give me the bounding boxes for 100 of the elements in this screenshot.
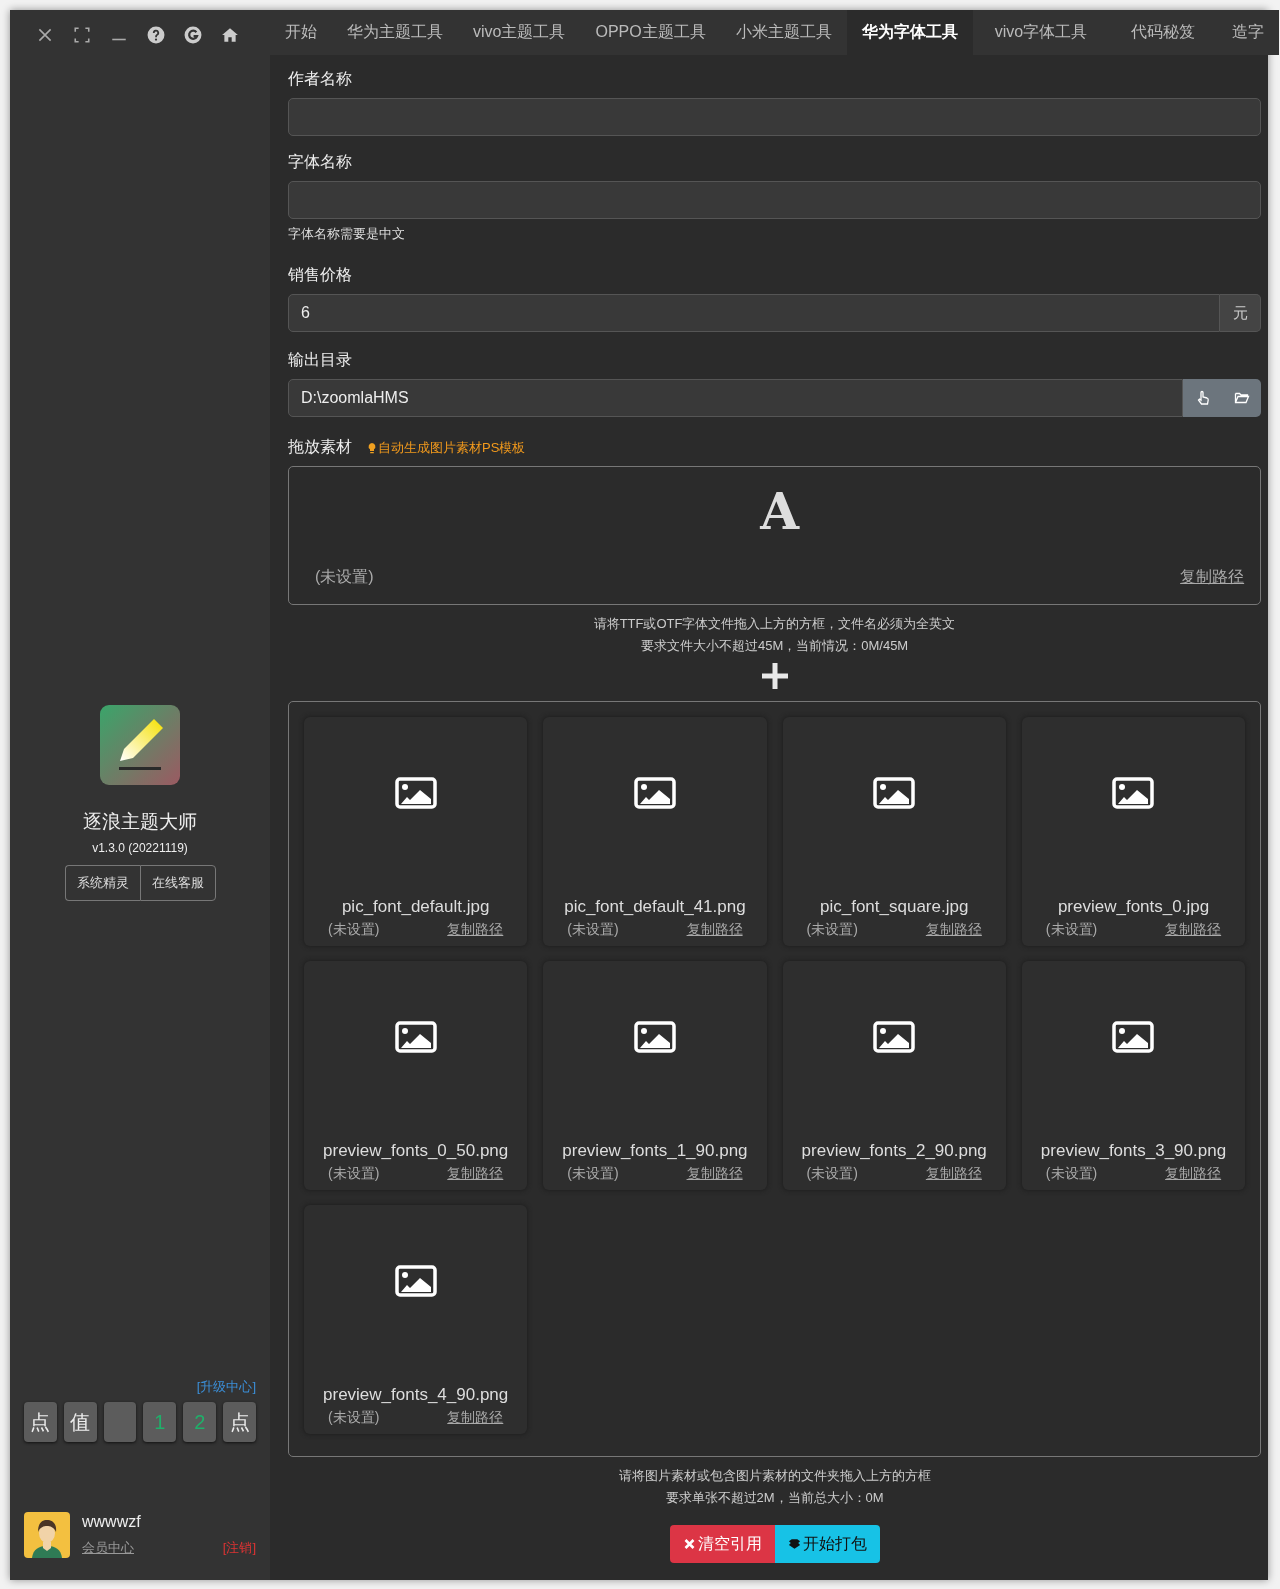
copy-path-link[interactable]: 复制路径 bbox=[925, 1165, 982, 1183]
copy-path-link[interactable]: 复制路径 bbox=[447, 1409, 504, 1427]
status-text: (未设置) bbox=[1045, 1165, 1098, 1183]
avatar-icon bbox=[24, 1512, 70, 1558]
box-icon bbox=[787, 1538, 801, 1550]
file-name: pic_font_square.jpg bbox=[819, 897, 970, 917]
image-icon bbox=[394, 1265, 437, 1297]
add-icon[interactable] bbox=[759, 661, 790, 691]
font-glyph: A bbox=[760, 487, 799, 537]
app-name: 逐浪主题大师 bbox=[83, 810, 197, 834]
file-name: preview_fonts_3_90.png bbox=[1039, 1141, 1228, 1161]
status-text: (未设置) bbox=[1045, 921, 1098, 939]
image-icon bbox=[394, 777, 437, 809]
file-name: preview_fonts_0.jpg bbox=[1056, 897, 1211, 917]
tab[interactable]: 代码秘笈 bbox=[1109, 10, 1218, 55]
key-tile: 1 bbox=[143, 1402, 177, 1442]
image-card[interactable]: pic_font_default_41.png (未设置) 复制路径 bbox=[543, 717, 767, 946]
version-label: v1.3.0 (20221119) bbox=[92, 841, 188, 855]
file-name: preview_fonts_4_90.png bbox=[322, 1385, 510, 1405]
field-label: 销售价格 bbox=[288, 265, 353, 285]
tab[interactable]: 华为主题工具 bbox=[332, 10, 458, 55]
image-card[interactable]: pic_font_default.jpg (未设置) 复制路径 bbox=[304, 717, 528, 946]
tab[interactable]: vivo字体工具 bbox=[972, 10, 1110, 55]
status-text: (未设置) bbox=[328, 1409, 380, 1427]
status-text: (未设置) bbox=[806, 921, 858, 939]
fullscreen-icon[interactable] bbox=[73, 26, 91, 44]
copy-path-link[interactable]: 复制路径 bbox=[1165, 921, 1222, 939]
field-label: 输出目录 bbox=[288, 350, 353, 370]
image-card[interactable]: pic_font_square.jpg (未设置) 复制路径 bbox=[782, 717, 1006, 946]
image-icon bbox=[873, 1021, 916, 1053]
section-label: 拖放素材 bbox=[288, 437, 352, 457]
copy-path-link[interactable]: 复制路径 bbox=[1165, 1165, 1222, 1183]
image-icon bbox=[633, 1021, 676, 1053]
input-field[interactable]: 6 bbox=[288, 294, 1221, 332]
status-text: (未设置) bbox=[567, 921, 619, 939]
copy-path-link[interactable]: 复制路径 bbox=[447, 921, 504, 939]
input-field[interactable] bbox=[288, 98, 1262, 136]
image-icon bbox=[1112, 777, 1155, 809]
file-name: preview_fonts_2_90.png bbox=[800, 1141, 988, 1161]
image-card[interactable]: preview_fonts_1_90.png (未设置) 复制路径 bbox=[543, 961, 767, 1190]
hint-text: 请将图片素材或包含图片素材的文件夹拖入上方的方框 bbox=[618, 1467, 931, 1485]
folder-button[interactable] bbox=[1222, 379, 1262, 417]
hint-text: 要求文件大小不超过45M，当前情况：0M/45M bbox=[640, 637, 909, 655]
close-icon[interactable] bbox=[36, 26, 54, 44]
key-tile: 值 bbox=[63, 1402, 97, 1442]
copy-path-link[interactable]: 复制路径 bbox=[1180, 567, 1245, 588]
status-text: (未设置) bbox=[328, 1165, 380, 1183]
copy-path-link[interactable]: 复制路径 bbox=[686, 1165, 743, 1183]
image-card[interactable]: preview_fonts_4_90.png (未设置) 复制路径 bbox=[304, 1205, 528, 1434]
image-card[interactable]: preview_fonts_3_90.png (未设置) 复制路径 bbox=[1021, 961, 1246, 1190]
field-label: 作者名称 bbox=[288, 69, 353, 89]
tab[interactable]: 华为字体工具 bbox=[846, 10, 973, 55]
image-icon bbox=[1112, 1021, 1155, 1053]
hint-text: 请将TTF或OTF字体文件拖入上方的方框，文件名必须为全英文 bbox=[593, 615, 956, 633]
image-icon bbox=[394, 1021, 437, 1053]
home-icon[interactable] bbox=[221, 26, 239, 44]
sidebar-button[interactable]: 系统精灵 bbox=[64, 865, 140, 901]
tab[interactable]: 开始 bbox=[270, 10, 332, 55]
clear-button[interactable]: 清空引用 bbox=[669, 1525, 775, 1563]
pack-button[interactable]: 开始打包 bbox=[774, 1525, 880, 1563]
user-name: wwwwzf bbox=[82, 1513, 142, 1531]
status-text: (未设置) bbox=[806, 1165, 858, 1183]
tab[interactable]: vivo主题工具 bbox=[458, 10, 581, 55]
image-icon bbox=[873, 777, 916, 809]
field-label: 字体名称 bbox=[288, 152, 353, 172]
path-field[interactable]: D:\zoomlaHMS bbox=[288, 379, 1184, 417]
key-tile: 点 bbox=[24, 1402, 57, 1442]
tab[interactable]: 造字 bbox=[1217, 10, 1280, 55]
upgrade-link[interactable]: [升级中心] bbox=[196, 1378, 256, 1396]
sidebar-button[interactable]: 在线客服 bbox=[139, 865, 216, 901]
file-name: pic_font_default.jpg bbox=[340, 897, 491, 917]
status-text: (未设置) bbox=[567, 1165, 619, 1183]
file-name: preview_fonts_0_50.png bbox=[322, 1141, 510, 1161]
file-name: pic_font_default_41.png bbox=[563, 897, 747, 917]
image-card[interactable]: preview_fonts_0.jpg (未设置) 复制路径 bbox=[1021, 717, 1246, 946]
input-field[interactable] bbox=[288, 181, 1262, 219]
field-hint: 字体名称需要是中文 bbox=[288, 225, 406, 243]
g-logo-icon[interactable] bbox=[184, 26, 202, 44]
key-tile bbox=[103, 1402, 137, 1442]
file-name: preview_fonts_1_90.png bbox=[561, 1141, 749, 1161]
status-text: (未设置) bbox=[315, 567, 374, 587]
member-center-link[interactable]: 会员中心 bbox=[82, 1539, 134, 1557]
image-icon bbox=[633, 777, 676, 809]
font-drop-zone[interactable]: A (未设置) 复制路径 bbox=[288, 466, 1262, 605]
folder-icon bbox=[1233, 390, 1250, 406]
copy-path-link[interactable]: 复制路径 bbox=[925, 921, 982, 939]
status-text: (未设置) bbox=[328, 921, 380, 939]
template-link[interactable]: 自动生成图片素材PS模板 bbox=[366, 438, 526, 457]
copy-path-link[interactable]: 复制路径 bbox=[686, 921, 743, 939]
copy-path-link[interactable]: 复制路径 bbox=[447, 1165, 504, 1183]
tab[interactable]: 小米主题工具 bbox=[720, 10, 847, 55]
unit-label: 元 bbox=[1220, 294, 1262, 332]
app-logo-icon bbox=[100, 705, 180, 785]
key-tile: 点 bbox=[223, 1402, 256, 1442]
close-icon bbox=[682, 1538, 696, 1550]
help-icon[interactable] bbox=[147, 26, 165, 44]
image-card[interactable]: preview_fonts_0_50.png (未设置) 复制路径 bbox=[304, 961, 528, 1190]
image-card[interactable]: preview_fonts_2_90.png (未设置) 复制路径 bbox=[782, 961, 1006, 1190]
tab[interactable]: OPPO主题工具 bbox=[580, 10, 721, 55]
hint-text: 要求单张不超过2M，当前总大小：0M bbox=[665, 1489, 884, 1507]
